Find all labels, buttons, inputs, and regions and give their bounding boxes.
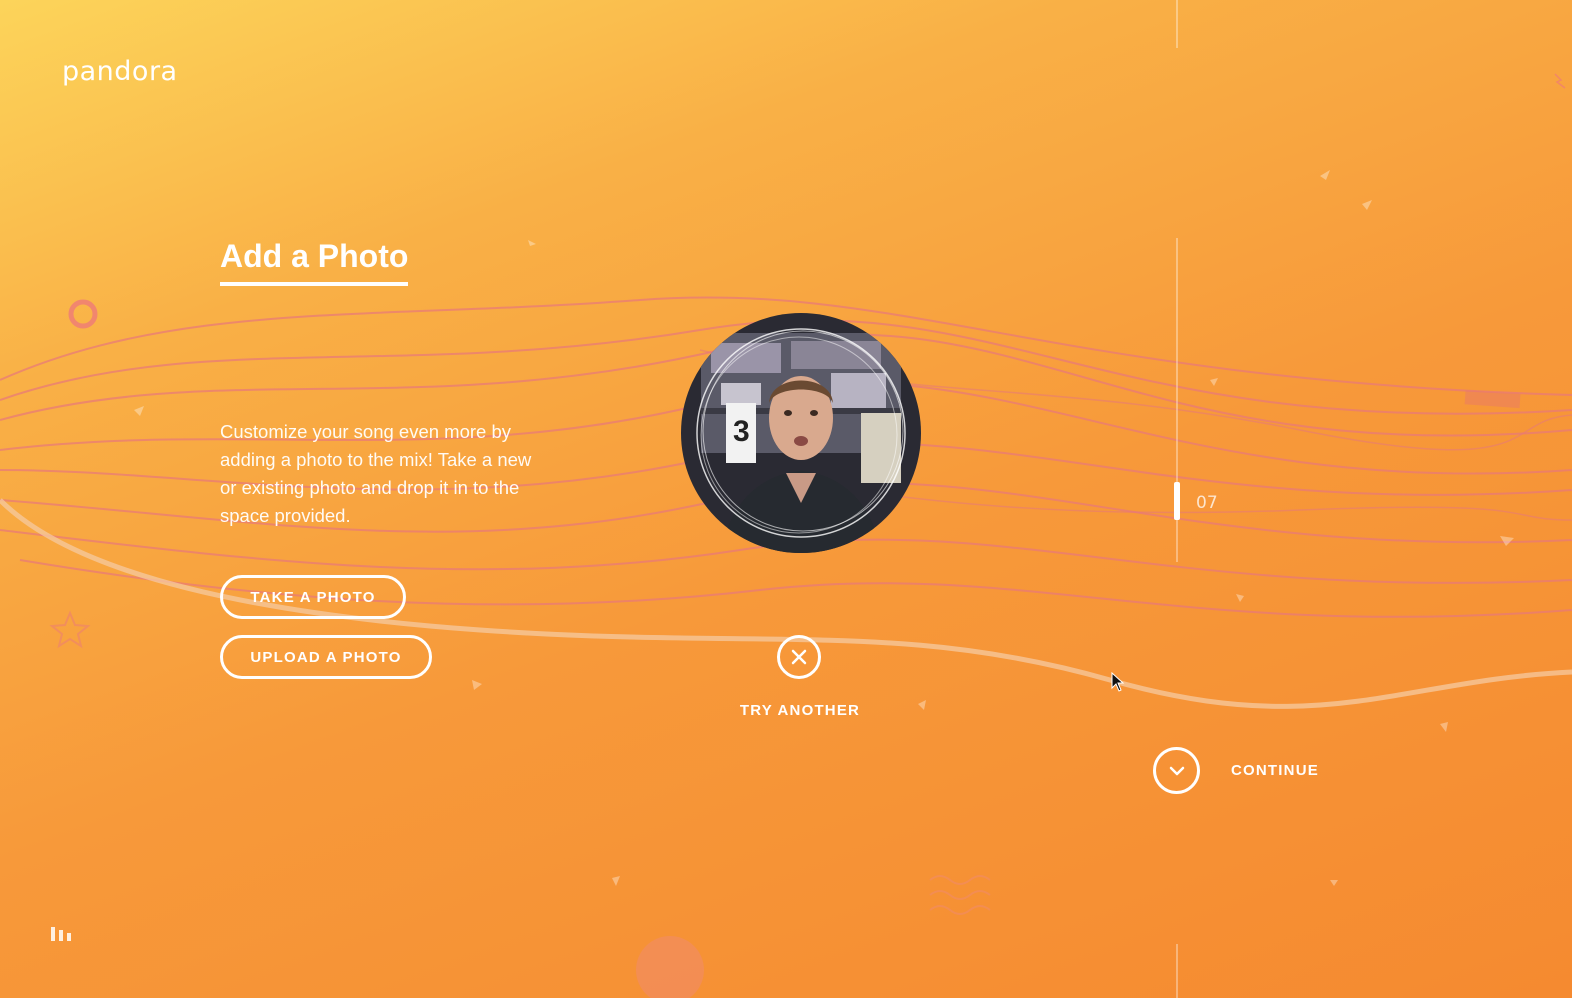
progress-track-top bbox=[1176, 0, 1178, 48]
continue-button[interactable] bbox=[1153, 747, 1200, 794]
svg-text:3: 3 bbox=[733, 415, 750, 448]
photo-preview[interactable]: 3 bbox=[681, 313, 921, 553]
captured-photo-image: 3 bbox=[681, 313, 921, 553]
progress-track-bottom bbox=[1176, 944, 1178, 998]
continue-label[interactable]: CONTINUE bbox=[1231, 762, 1319, 779]
take-photo-button[interactable]: TAKE A PHOTO bbox=[220, 575, 406, 619]
mouse-cursor-icon bbox=[1111, 672, 1125, 692]
description-text: Customize your song even more by adding … bbox=[220, 421, 532, 526]
pandora-logo[interactable]: pandora bbox=[62, 56, 178, 87]
progress-indicator[interactable] bbox=[1174, 482, 1180, 520]
page-title: Add a Photo bbox=[220, 234, 409, 286]
upload-photo-button[interactable]: UPLOAD A PHOTO bbox=[220, 635, 432, 679]
try-another-label[interactable]: TRY ANOTHER bbox=[720, 702, 880, 719]
equalizer-icon[interactable] bbox=[51, 925, 73, 941]
chevron-down-icon bbox=[1169, 766, 1184, 775]
try-another-button[interactable] bbox=[777, 635, 821, 679]
close-icon bbox=[791, 649, 807, 665]
step-number: 07 bbox=[1196, 493, 1218, 513]
